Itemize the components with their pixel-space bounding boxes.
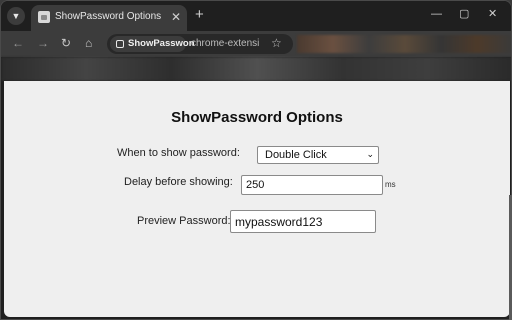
- close-window-icon[interactable]: ✕: [488, 7, 497, 21]
- active-tab[interactable]: ShowPassword Options ✕: [31, 5, 187, 31]
- chevron-down-icon: ⌄: [366, 149, 374, 159]
- delay-unit: ms: [385, 180, 396, 189]
- delay-input[interactable]: [241, 175, 383, 195]
- options-page: ShowPassword Options When to show passwo…: [4, 81, 510, 317]
- puzzle-favicon-icon: [38, 11, 50, 23]
- tab-search-button[interactable]: ▼: [7, 7, 25, 25]
- preview-password-label: Preview Password:: [137, 215, 231, 227]
- chevron-down-icon: ▼: [11, 11, 21, 21]
- delay-label: Delay before showing:: [124, 176, 233, 188]
- tab-close-icon[interactable]: ✕: [171, 9, 181, 25]
- when-to-show-select[interactable]: Double Click ⌄: [257, 146, 379, 164]
- page-title: ShowPassword Options: [171, 109, 343, 126]
- tab-title: ShowPassword Options: [55, 11, 162, 22]
- minimize-icon[interactable]: —: [431, 7, 442, 21]
- preview-password-input[interactable]: [230, 210, 376, 233]
- new-tab-button[interactable]: +: [195, 7, 204, 23]
- address-bar[interactable]: ShowPasswon chrome-extensi: [107, 34, 293, 54]
- reload-icon[interactable]: ↻: [61, 35, 71, 51]
- extension-chip-label: ShowPasswon: [128, 38, 195, 49]
- extension-chip[interactable]: ShowPasswon: [110, 36, 195, 52]
- maximize-icon[interactable]: ▢: [459, 7, 469, 21]
- back-arrow-icon[interactable]: ←: [12, 35, 24, 51]
- extensions-area: [297, 35, 511, 53]
- home-icon[interactable]: ⌂: [85, 35, 92, 51]
- when-to-show-value: Double Click: [265, 149, 327, 161]
- tab-strip: ▼ ShowPassword Options ✕ + — ▢ ✕: [1, 1, 511, 31]
- browser-toolbar: ← → ↻ ⌂ ShowPasswon chrome-extensi ☆: [1, 31, 511, 57]
- bookmark-star-icon[interactable]: ☆: [271, 35, 282, 51]
- bookmarks-bar: [1, 57, 511, 81]
- forward-arrow-icon[interactable]: →: [37, 35, 49, 51]
- browser-window: ▼ ShowPassword Options ✕ + — ▢ ✕ ← → ↻ ⌂…: [0, 0, 512, 320]
- url-text: chrome-extensi: [191, 38, 260, 49]
- when-to-show-label: When to show password:: [117, 147, 240, 159]
- extension-icon: [116, 40, 124, 48]
